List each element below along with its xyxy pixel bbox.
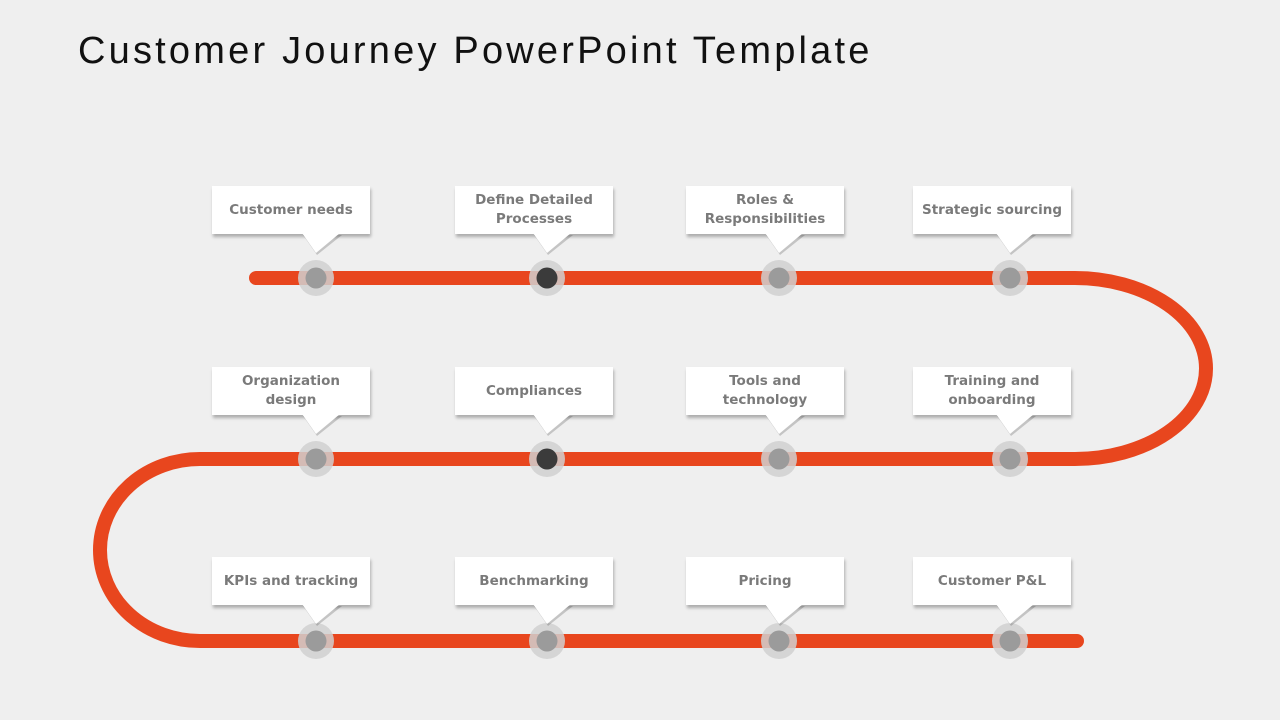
step-node[interactable] [768, 630, 790, 652]
step-callout[interactable]: Benchmarking [455, 557, 613, 605]
step-callout[interactable]: Training and onboarding [913, 367, 1071, 415]
step-callout[interactable]: Compliances [455, 367, 613, 415]
step-label: Organization design [241, 373, 341, 408]
step-node[interactable] [999, 448, 1021, 470]
step-label: Strategic sourcing [921, 201, 1063, 218]
step-callout[interactable]: Pricing [686, 557, 844, 605]
step-label: Compliances [485, 382, 583, 399]
step-label: Customer P&L [937, 572, 1047, 589]
step-node[interactable] [768, 267, 790, 289]
step-callout[interactable]: Tools and technology [686, 367, 844, 415]
step-label: Define Detailed Processes [475, 192, 593, 227]
step-node[interactable] [536, 630, 558, 652]
step-node[interactable] [305, 630, 327, 652]
step-label: Training and onboarding [944, 373, 1040, 408]
step-label: Pricing [738, 572, 792, 589]
step-node[interactable] [999, 267, 1021, 289]
step-node-active[interactable] [536, 448, 558, 470]
step-node[interactable] [999, 630, 1021, 652]
step-callout[interactable]: Define Detailed Processes [455, 186, 613, 234]
step-callout[interactable]: Roles & Responsibilities [686, 186, 844, 234]
step-node[interactable] [305, 448, 327, 470]
step-label: Benchmarking [479, 572, 589, 589]
journey-path [93, 260, 1213, 659]
step-label: Customer needs [229, 201, 353, 218]
step-callout[interactable]: KPIs and tracking [212, 557, 370, 605]
step-node-active[interactable] [536, 267, 558, 289]
step-callout[interactable]: Strategic sourcing [913, 186, 1071, 234]
step-node[interactable] [768, 448, 790, 470]
step-label: Tools and technology [722, 373, 808, 408]
step-node[interactable] [305, 267, 327, 289]
step-callout[interactable]: Organization design [212, 367, 370, 415]
step-label: Roles & Responsibilities [704, 192, 826, 227]
step-label: KPIs and tracking [223, 572, 359, 589]
step-callout[interactable]: Customer P&L [913, 557, 1071, 605]
step-callout[interactable]: Customer needs [212, 186, 370, 234]
